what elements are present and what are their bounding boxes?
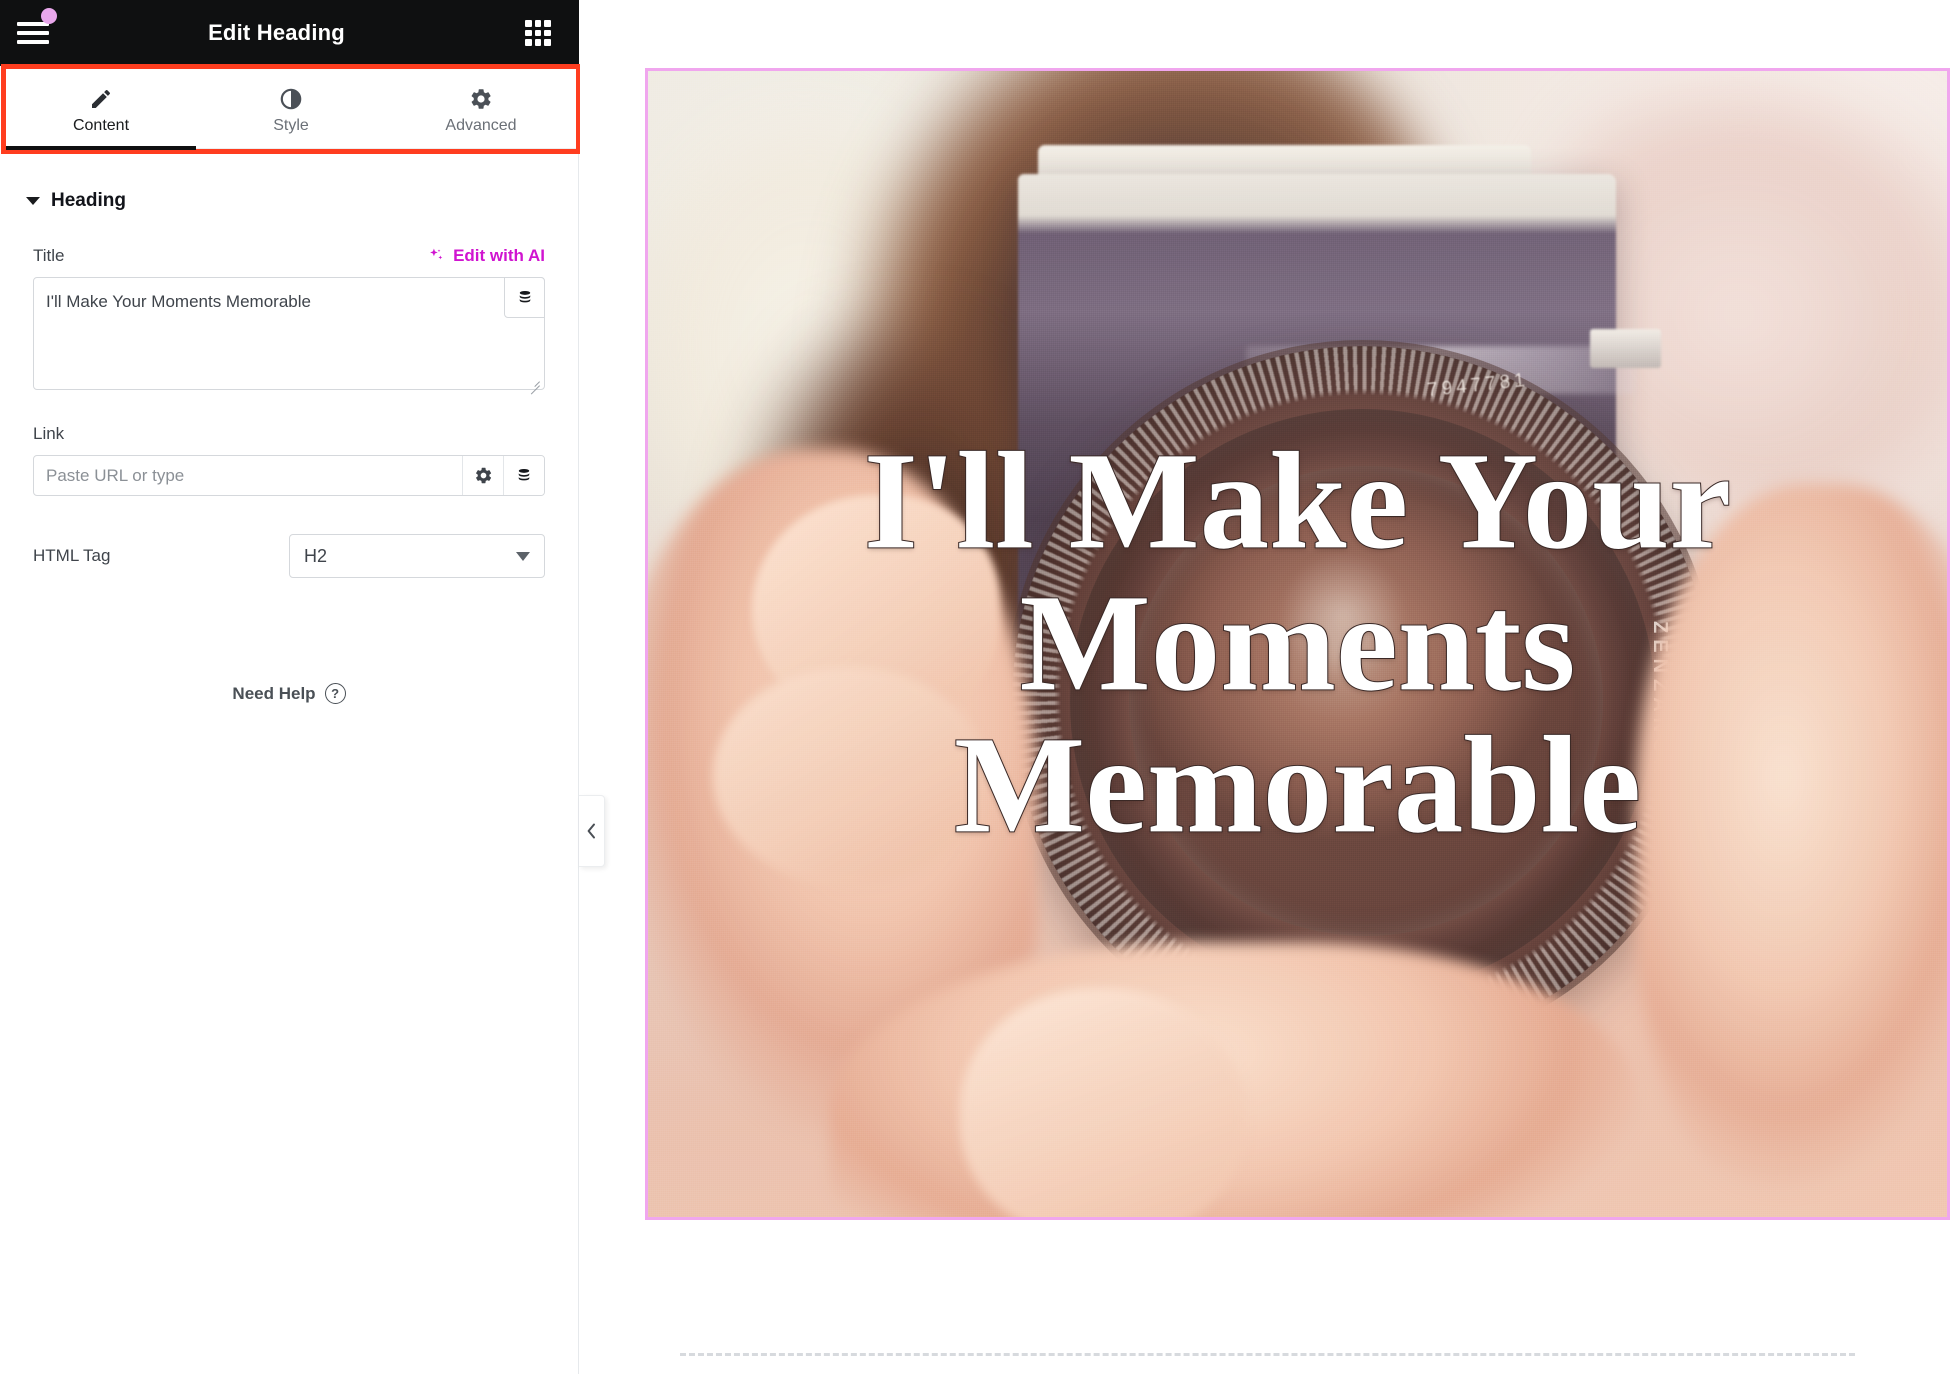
sparkle-icon — [426, 246, 446, 266]
link-label-row: Link — [33, 424, 545, 444]
link-label: Link — [33, 424, 64, 444]
contrast-half-circle-icon — [279, 86, 303, 112]
html-tag-value: H2 — [304, 546, 327, 567]
apps-grid-icon — [525, 20, 551, 46]
tab-content-label: Content — [73, 117, 129, 135]
tab-style-label: Style — [273, 117, 309, 135]
edit-with-ai-label: Edit with AI — [453, 246, 545, 266]
pencil-icon — [89, 86, 113, 112]
hamburger-menu-button[interactable] — [0, 0, 66, 66]
elementor-editor-screen: Edit Heading Content — [0, 0, 1950, 1374]
link-options-button[interactable] — [462, 456, 503, 495]
chevron-left-icon — [585, 822, 598, 840]
database-stack-icon — [515, 467, 533, 485]
apps-grid-button[interactable] — [505, 0, 571, 66]
html-tag-label: HTML Tag — [33, 546, 110, 566]
photo-film-grain — [648, 71, 1947, 1217]
tabs-highlight-annotation: Content Style — [1, 64, 581, 154]
panel-tabs: Content Style — [6, 69, 576, 149]
editor-canvas-preview: 7947781 ZENZANON I'll Make Your Moments … — [580, 0, 1950, 1374]
editor-panel-sidebar: Edit Heading Content — [0, 0, 579, 1374]
database-stack-icon — [516, 289, 534, 307]
title-textarea[interactable] — [34, 278, 544, 389]
drop-area-indicator — [680, 1353, 1855, 1356]
need-help-label: Need Help — [232, 684, 315, 704]
panel-body: Heading Title Edit with AI — [0, 157, 578, 1374]
html-tag-row: HTML Tag H2 — [33, 534, 545, 578]
title-field-block: Title Edit with AI — [0, 246, 578, 704]
tab-style[interactable]: Style — [196, 69, 386, 148]
heading-widget-selected[interactable]: 7947781 ZENZANON I'll Make Your Moments … — [645, 68, 1950, 1220]
chevron-down-icon — [26, 197, 40, 205]
hamburger-menu-icon — [17, 22, 49, 44]
gear-icon — [469, 86, 493, 112]
link-dynamic-tags-button[interactable] — [503, 456, 544, 495]
chevron-down-icon — [516, 552, 530, 561]
tab-advanced-label: Advanced — [445, 117, 516, 135]
title-label: Title — [33, 246, 65, 266]
tab-advanced[interactable]: Advanced — [386, 69, 576, 148]
title-input-wrapper — [33, 277, 545, 390]
page-title: Edit Heading — [48, 20, 505, 46]
background-photo: 7947781 ZENZANON — [648, 71, 1947, 1217]
gear-icon — [474, 466, 493, 485]
notification-dot-badge — [41, 8, 57, 24]
link-input[interactable] — [34, 456, 462, 495]
title-label-row: Title Edit with AI — [33, 246, 545, 266]
panel-collapse-handle[interactable] — [579, 795, 605, 867]
question-circle-icon: ? — [325, 683, 346, 704]
need-help-button[interactable]: Need Help ? — [33, 683, 545, 704]
section-heading-toggle[interactable]: Heading — [0, 157, 578, 212]
question-glyph: ? — [331, 687, 339, 700]
panel-header: Edit Heading — [0, 0, 579, 66]
tab-content[interactable]: Content — [6, 69, 196, 148]
section-heading-label: Heading — [51, 190, 126, 212]
html-tag-select[interactable]: H2 — [289, 534, 545, 578]
title-dynamic-tags-button[interactable] — [504, 277, 545, 318]
edit-with-ai-button[interactable]: Edit with AI — [426, 246, 545, 266]
link-input-wrapper — [33, 455, 545, 496]
